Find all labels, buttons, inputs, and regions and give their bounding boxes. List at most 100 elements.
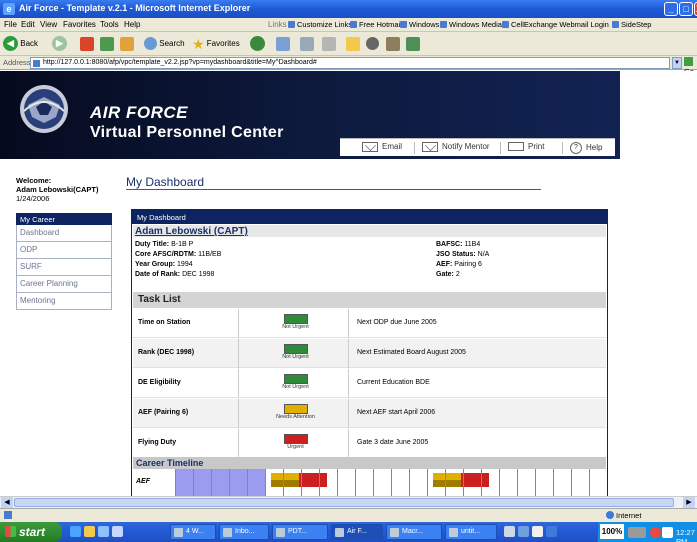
quicklaunch-ie-icon[interactable] (70, 526, 81, 537)
print-toolbar-button[interactable] (300, 36, 314, 52)
menu-tools[interactable]: Tools (100, 20, 119, 29)
sidebar-item-career-planning[interactable]: Career Planning (16, 276, 112, 293)
link-cellexchange[interactable]: CellExchange Webmail Login (502, 20, 609, 29)
status-label: Not Urgent (282, 384, 309, 390)
field-bafsc: BAFSC: 11B4 (436, 240, 489, 250)
link-windows-media[interactable]: Windows Media (440, 20, 502, 29)
scroll-left-icon[interactable]: ◀ (1, 497, 13, 508)
minimize-button[interactable]: _ (664, 2, 678, 16)
taskbar-item-untitled[interactable]: untit... (445, 524, 497, 540)
search-button[interactable]: Search (144, 36, 185, 52)
folder-icon (346, 36, 360, 51)
page-viewport: AIR FORCE Virtual Personnel Center Email… (0, 71, 697, 496)
status-indicator: Not Urgent (268, 314, 323, 330)
member-name-link[interactable]: Adam Lebowski (CAPT) (135, 226, 248, 237)
scroll-right-icon[interactable]: ▶ (683, 497, 695, 508)
stop-button[interactable] (80, 36, 94, 52)
maximize-button[interactable]: □ (679, 2, 693, 16)
link-windows[interactable]: Windows (400, 20, 439, 29)
action-divider (562, 142, 563, 154)
link-customize[interactable]: Customize Links (288, 20, 352, 29)
forward-button[interactable]: ▶ (52, 36, 67, 52)
task-row[interactable]: AEF (Pairing 6) Needs Attention Next AEF… (133, 399, 606, 428)
timeline-column-line (283, 469, 284, 496)
tray-tool-icon[interactable] (504, 526, 515, 537)
quicklaunch-folder-icon[interactable] (84, 526, 95, 537)
tray-app-icon[interactable] (532, 526, 543, 537)
volume-icon[interactable] (662, 527, 673, 538)
history-button[interactable] (250, 36, 265, 52)
envelope-icon (362, 142, 378, 152)
tray-monitor-icon[interactable] (546, 526, 557, 537)
printer-icon (300, 36, 314, 51)
cell-divider (238, 429, 239, 458)
status-label: Not Urgent (282, 324, 309, 330)
field-value: 11B/EB (198, 251, 222, 258)
back-arrow-icon: ◀ (3, 36, 18, 52)
toolbar: ◀ Back ▶ Search ★ Favorites (0, 32, 697, 56)
menu-favorites[interactable]: Favorites (63, 20, 96, 29)
menu-help[interactable]: Help (124, 20, 140, 29)
security-icon[interactable] (650, 527, 661, 538)
sidebar-item-surf[interactable]: SURF (16, 259, 112, 276)
menu-edit[interactable]: Edit (21, 20, 35, 29)
home-button[interactable] (120, 36, 134, 52)
timeline-segment-attention (271, 473, 299, 480)
status-label: Not Urgent (282, 354, 309, 360)
quicklaunch-desktop-icon[interactable] (98, 526, 109, 537)
battery-indicator[interactable]: 100% (600, 524, 624, 539)
sidebar-nav: My Career Dashboard ODP SURF Career Plan… (16, 213, 112, 310)
notify-mentor-action[interactable]: Notify Mentor (422, 142, 490, 152)
timeline-segment-attention (271, 480, 299, 487)
task-row[interactable]: Rank (DEC 1998) Not Urgent Next Estimate… (133, 339, 606, 368)
sidebar-item-odp[interactable]: ODP (16, 242, 112, 259)
task-message: Current Education BDE (357, 379, 430, 386)
print-action[interactable]: Print (508, 142, 544, 152)
mail-button[interactable] (276, 36, 290, 52)
refresh-button[interactable] (100, 36, 114, 52)
taskbar-item-airforce[interactable]: Air F... (331, 524, 383, 540)
task-message: Gate 3 date June 2005 (357, 439, 429, 446)
cell-divider (348, 369, 349, 398)
menu-view[interactable]: View (40, 20, 57, 29)
address-input[interactable]: http://127.0.0.1:8080/afp/vpc/template_v… (30, 57, 670, 69)
favorites-button[interactable]: ★ Favorites (192, 36, 240, 52)
start-button[interactable]: start (0, 522, 62, 542)
taskbar-item-inbox[interactable]: Inbo... (219, 524, 269, 540)
edit-button[interactable] (322, 36, 336, 52)
messenger-button[interactable] (366, 36, 379, 52)
task-row[interactable]: DE Eligibility Not Urgent Current Educat… (133, 369, 606, 398)
tray-network-icon[interactable] (518, 526, 529, 537)
taskbar-item-macromedia[interactable]: Macr... (386, 524, 442, 540)
scroll-thumb[interactable] (14, 498, 674, 507)
task-name: AEF (Pairing 6) (138, 409, 189, 416)
task-row[interactable]: Time on Station Not Urgent Next ODP due … (133, 309, 606, 338)
search-label: Search (159, 39, 185, 48)
timeline-column-line (481, 469, 482, 496)
link-sidestep[interactable]: SideStep (612, 20, 651, 29)
email-action[interactable]: Email (362, 142, 402, 152)
quicklaunch-media-icon[interactable] (112, 526, 123, 537)
horizontal-scrollbar[interactable]: ◀ ▶ (0, 496, 697, 508)
task-row[interactable]: Flying Duty Urgent Gate 3 date June 2005 (133, 429, 606, 458)
email-label: Email (382, 142, 403, 152)
banner-line-1: AIR FORCE (90, 103, 188, 122)
link-hotmail[interactable]: Free Hotmail (350, 20, 402, 29)
sidebar-item-mentoring[interactable]: Mentoring (16, 293, 112, 310)
back-button[interactable]: ◀ Back (3, 36, 38, 52)
sidebar-item-dashboard[interactable]: Dashboard (16, 225, 112, 242)
right-fields: BAFSC: 11B4 JSO Status: N/A AEF: Pairing… (436, 240, 489, 280)
help-action[interactable]: ? Help (570, 142, 602, 154)
taskbar-item-pdt[interactable]: PDT... (272, 524, 328, 540)
field-value: 2 (455, 271, 460, 278)
taskbar-item-windows[interactable]: 4 W... (170, 524, 216, 540)
career-timeline: Career Timeline AEF (133, 457, 606, 496)
research-button[interactable] (386, 36, 400, 52)
field-value: 11B4 (464, 241, 481, 248)
folder-button[interactable] (346, 36, 360, 52)
field-value: N/A (477, 251, 490, 258)
menu-file[interactable]: File (4, 20, 17, 29)
address-dropdown-icon[interactable]: ▼ (672, 57, 682, 69)
battery-icon[interactable] (628, 527, 646, 538)
discuss-button[interactable] (406, 36, 420, 52)
